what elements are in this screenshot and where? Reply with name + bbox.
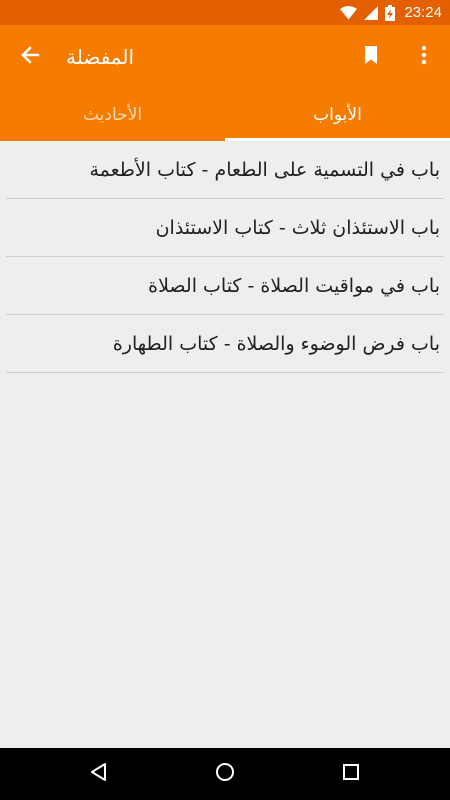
list-item-label: باب فرض الوضوء والصلاة - كتاب الطهارة <box>112 332 440 355</box>
page-title: المفضلة <box>66 45 135 69</box>
overflow-menu-button[interactable] <box>410 41 438 73</box>
tab-chapters[interactable]: الأبواب <box>225 89 450 141</box>
list-item-label: باب في التسمية على الطعام - كتاب الأطعمة <box>89 158 440 181</box>
list-item-label: باب في مواقيت الصلاة - كتاب الصلاة <box>148 274 440 297</box>
status-bar: 23:24 <box>0 0 450 25</box>
list-item[interactable]: باب فرض الوضوء والصلاة - كتاب الطهارة <box>6 315 444 373</box>
list-item[interactable]: باب في مواقيت الصلاة - كتاب الصلاة <box>6 257 444 315</box>
signal-icon <box>364 5 379 20</box>
square-recents-icon <box>342 763 360 785</box>
app-bar: المفضلة <box>0 25 450 89</box>
bookmark-icon <box>364 46 378 68</box>
system-nav-bar <box>0 748 450 800</box>
nav-home-button[interactable] <box>212 761 238 787</box>
list-item-label: باب الاستئذان ثلاث - كتاب الاستئذان <box>155 216 440 239</box>
battery-charging-icon <box>385 4 396 21</box>
tab-hadiths-label: الأحاديث <box>82 105 143 125</box>
more-vertical-icon <box>421 45 427 69</box>
bookmark-button[interactable] <box>357 41 385 73</box>
nav-back-button[interactable] <box>86 761 112 787</box>
nav-recents-button[interactable] <box>338 761 364 787</box>
tab-hadiths[interactable]: الأحاديث <box>0 89 225 141</box>
arrow-left-icon <box>20 45 40 69</box>
back-button[interactable] <box>14 41 46 73</box>
tab-chapters-label: الأبواب <box>313 105 362 125</box>
wifi-icon <box>340 5 358 20</box>
list-item[interactable]: باب الاستئذان ثلاث - كتاب الاستئذان <box>6 199 444 257</box>
tab-bar: الأحاديث الأبواب <box>0 89 450 141</box>
circle-home-icon <box>215 762 235 786</box>
list-item[interactable]: باب في التسمية على الطعام - كتاب الأطعمة <box>6 141 444 199</box>
triangle-back-icon <box>89 762 109 786</box>
status-time: 23:24 <box>404 4 442 21</box>
favorites-list: باب في التسمية على الطعام - كتاب الأطعمة… <box>0 141 450 373</box>
